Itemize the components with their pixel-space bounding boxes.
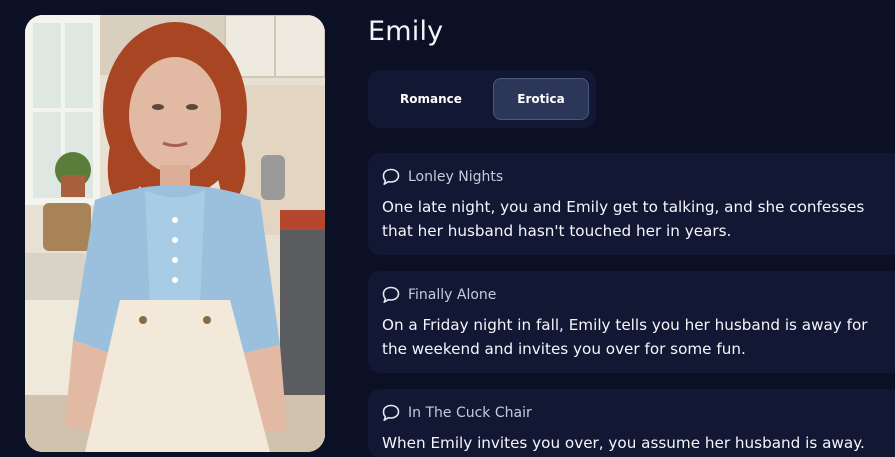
portrait-illustration [25, 15, 325, 452]
character-portrait [25, 15, 325, 452]
scenario-card[interactable]: Finally Alone On a Friday night in fall,… [368, 271, 895, 373]
scenario-title: Lonley Nights [408, 169, 504, 185]
scenario-description: One late night, you and Emily get to tal… [382, 198, 865, 240]
scenario-header: Finally Alone [382, 285, 881, 305]
chat-bubble-icon [382, 286, 400, 303]
scenario-description: When Emily invites you over, you assume … [382, 434, 865, 452]
chat-bubble-icon [382, 168, 400, 185]
scenario-header: In The Cuck Chair [382, 403, 881, 423]
scenario-title: In The Cuck Chair [408, 405, 532, 421]
tab-erotica[interactable]: Erotica [493, 78, 589, 120]
scenario-card[interactable]: Lonley Nights One late night, you and Em… [368, 153, 895, 255]
character-detail-page: Emily Romance Erotica Lonley Nights One … [0, 0, 895, 457]
scenario-category-tabs: Romance Erotica [368, 70, 596, 128]
chat-bubble-icon [382, 404, 400, 421]
scenario-header: Lonley Nights [382, 167, 881, 187]
scenario-title: Finally Alone [408, 287, 497, 303]
character-name: Emily [368, 16, 444, 47]
tab-romance[interactable]: Romance [377, 78, 485, 120]
scenario-card[interactable]: In The Cuck Chair When Emily invites you… [368, 389, 895, 457]
scenario-description: On a Friday night in fall, Emily tells y… [382, 316, 868, 358]
